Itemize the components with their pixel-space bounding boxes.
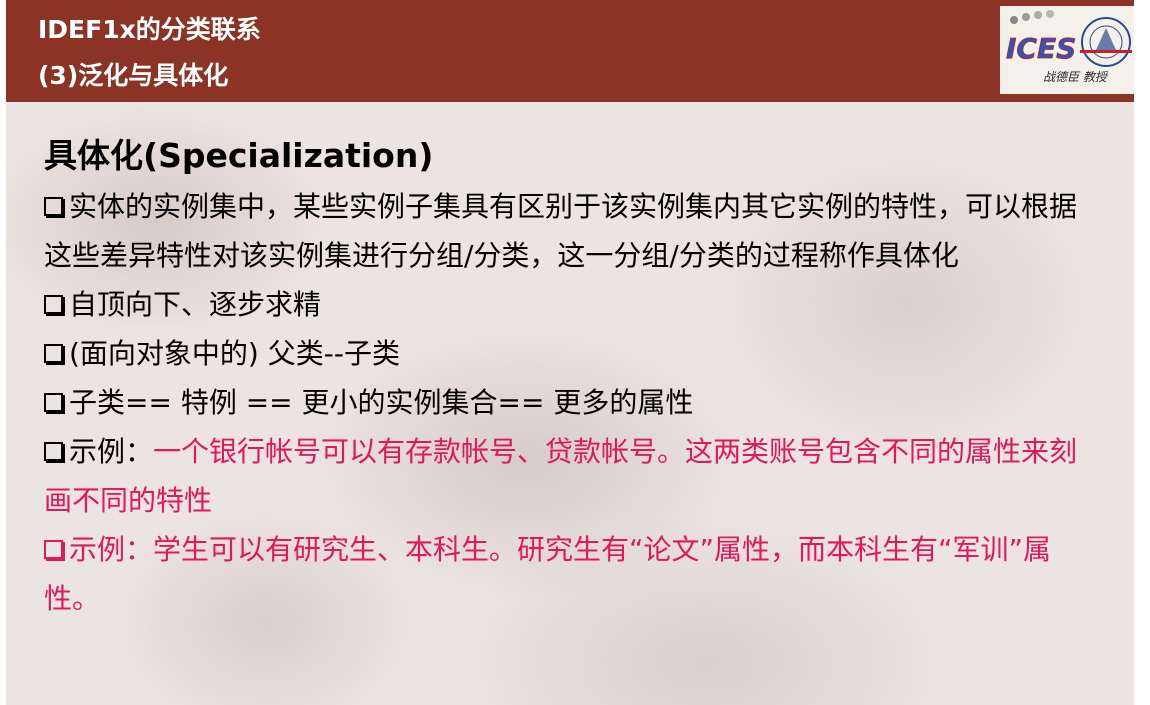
checkbox-bullet-icon: [44, 393, 63, 412]
bullet-text: 示例：学生可以有研究生、本科生。研究生有“论文”属性，而本科生有“军训”属性。: [44, 533, 1052, 615]
title-line-2: (3)泛化与具体化: [38, 61, 229, 90]
slide-content: 具体化(Specialization) 实体的实例集中，某些实例子集具有区别于该…: [44, 134, 1104, 623]
bullet-text: 自顶向下、逐步求精: [69, 288, 322, 321]
logo-caption: 战德臣 教授: [1043, 70, 1107, 84]
bullet-text: 子类== 特例 == 更小的实例集合== 更多的属性: [69, 386, 694, 419]
checkbox-bullet-icon: [44, 540, 63, 559]
logo-text: ICES: [1006, 32, 1076, 65]
header-bar: IDEF1x的分类联系 (3)泛化与具体化 ICES 战德臣 教授: [6, 0, 1134, 102]
bullet-paragraph-student-example: 示例：学生可以有研究生、本科生。研究生有“论文”属性，而本科生有“军训”属性。: [44, 525, 1104, 623]
bullet-paragraph-subclass: 子类== 特例 == 更小的实例集合== 更多的属性: [44, 378, 1104, 427]
checkbox-bullet-icon: [44, 197, 63, 216]
bullet-text-prefix: 示例：: [69, 435, 154, 468]
checkbox-bullet-icon: [44, 295, 63, 314]
checkbox-bullet-icon: [44, 344, 63, 363]
bullet-text: 实体的实例集中，某些实例子集具有区别于该实例集内其它实例的特性，可以根据这些差异…: [44, 190, 1078, 272]
bullet-paragraph-top-down: 自顶向下、逐步求精: [44, 280, 1104, 329]
bullet-paragraph-bank-example: 示例：一个银行帐号可以有存款帐号、贷款帐号。这两类账号包含不同的属性来刻画不同的…: [44, 427, 1104, 525]
bullet-text: (面向对象中的) 父类--子类: [69, 337, 400, 370]
bullet-text-highlight: 一个银行帐号可以有存款帐号、贷款帐号。这两类账号包含不同的属性来刻画不同的特性: [44, 435, 1078, 517]
title-line-1: IDEF1x的分类联系: [38, 15, 261, 44]
bullet-paragraph-oop: (面向对象中的) 父类--子类: [44, 329, 1104, 378]
checkbox-bullet-icon: [44, 442, 63, 461]
section-heading: 具体化(Specialization): [44, 136, 434, 175]
bullet-paragraph-definition: 实体的实例集中，某些实例子集具有区别于该实例集内其它实例的特性，可以根据这些差异…: [44, 182, 1104, 280]
